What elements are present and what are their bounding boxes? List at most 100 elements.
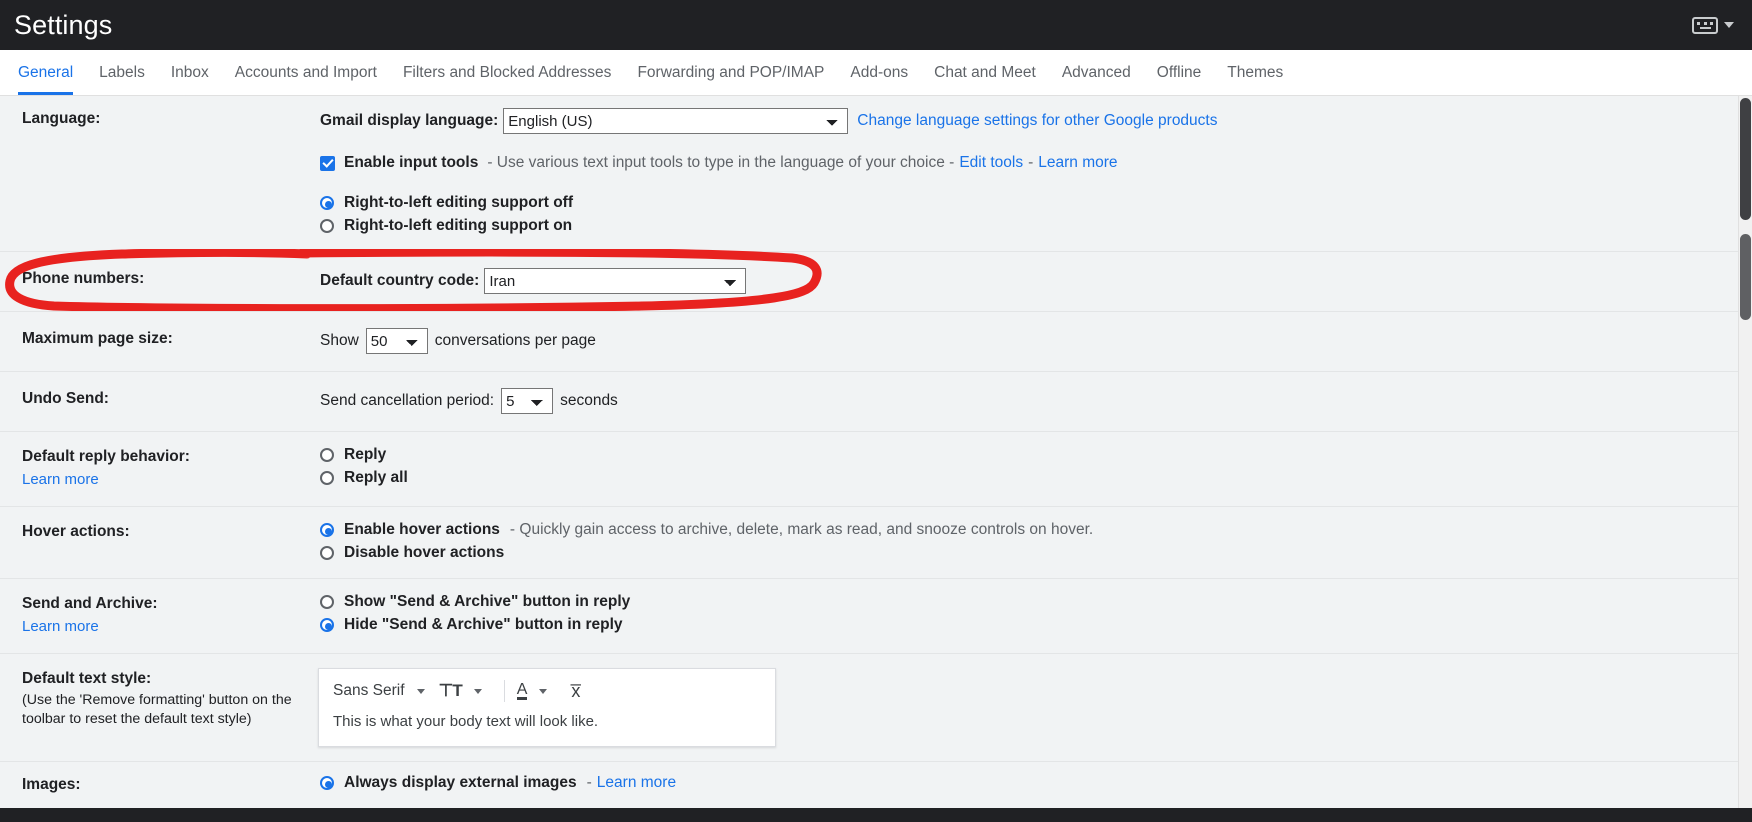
disable-hover-actions-line: Disable hover actions	[320, 544, 1738, 562]
text-style-toolbar: Sans Serif ⊤T A x̅	[319, 669, 775, 713]
send-cancellation-period-label: Send cancellation period:	[320, 392, 495, 409]
reply-radio[interactable]	[320, 448, 334, 462]
settings-tabbar: General Labels Inbox Accounts and Import…	[0, 50, 1752, 96]
tab-inbox[interactable]: Inbox	[171, 64, 209, 95]
maximum-page-size-body: Show 50 conversations per page	[320, 328, 1738, 354]
images-label: Images:	[22, 776, 81, 793]
setting-row-maximum-page-size: Maximum page size: Show 50 conversations…	[0, 312, 1738, 372]
language-body: Gmail display language: English (US) Cha…	[320, 108, 1738, 235]
toolbar-divider	[503, 680, 505, 702]
tab-general[interactable]: General	[18, 64, 74, 95]
edit-tools-dash: -	[1028, 154, 1034, 171]
tab-themes[interactable]: Themes	[1227, 64, 1283, 95]
text-style-editor: Sans Serif ⊤T A x̅ This is what your bod…	[318, 668, 776, 747]
show-send-archive-label: Show "Send & Archive" button in reply	[344, 593, 631, 610]
text-size-icon[interactable]: ⊤T	[439, 681, 463, 701]
always-display-images-radio[interactable]	[320, 776, 334, 790]
default-text-style-hint: (Use the 'Remove formatting' button on t…	[22, 692, 292, 727]
input-tools-learn-more-link[interactable]: Learn more	[1038, 154, 1117, 172]
input-tools-line: Enable input tools - Use various text in…	[320, 154, 1738, 172]
setting-row-undo-send: Undo Send: Send cancellation period: 5 s…	[0, 372, 1738, 432]
images-body: Always display external images - Learn m…	[320, 774, 1738, 795]
seconds-label: seconds	[560, 392, 618, 409]
tab-advanced[interactable]: Advanced	[1062, 64, 1131, 95]
page-size-select[interactable]: 50	[365, 328, 428, 354]
enable-input-tools-label: Enable input tools	[344, 154, 479, 171]
text-color-chevron-down-icon[interactable]	[539, 688, 548, 694]
vertical-scrollbar[interactable]	[1738, 96, 1752, 808]
disable-hover-actions-label: Disable hover actions	[344, 544, 505, 561]
default-country-code-label: Default country code:	[320, 272, 480, 289]
default-reply-learn-more-link[interactable]: Learn more	[22, 469, 320, 490]
reply-label: Reply	[344, 446, 387, 463]
always-display-images-label: Always display external images	[344, 774, 577, 791]
disable-hover-actions-radio[interactable]	[320, 546, 334, 560]
default-country-code-line: Default country code: Iran	[320, 268, 1738, 294]
keyboard-icon[interactable]	[1692, 16, 1718, 34]
scrollbar-thumb[interactable]	[1740, 98, 1751, 220]
default-reply-behavior-title: Default reply behavior:	[22, 448, 190, 465]
edit-tools-link[interactable]: Edit tools	[959, 154, 1023, 172]
setting-row-default-reply-behavior: Default reply behavior: Learn more Reply…	[0, 432, 1738, 507]
tab-labels[interactable]: Labels	[99, 64, 145, 95]
images-dash: -	[586, 774, 592, 791]
enable-input-tools-checkbox[interactable]	[320, 155, 335, 171]
send-and-archive-title: Send and Archive:	[22, 595, 158, 612]
font-family-selector[interactable]: Sans Serif	[333, 682, 405, 700]
tab-offline[interactable]: Offline	[1157, 64, 1202, 95]
send-and-archive-body: Show "Send & Archive" button in reply Hi…	[320, 593, 1738, 637]
default-country-code-select[interactable]: Iran	[484, 268, 747, 294]
tab-filters-and-blocked-addresses[interactable]: Filters and Blocked Addresses	[403, 64, 612, 95]
reply-all-option-line: Reply all	[320, 469, 1738, 487]
always-display-images-line: Always display external images - Learn m…	[320, 774, 1738, 792]
text-style-preview: This is what your body text will look li…	[333, 713, 599, 730]
maximum-page-size-label: Maximum page size:	[22, 330, 173, 347]
phone-numbers-label: Phone numbers:	[22, 270, 145, 287]
scrollbar-thumb-secondary[interactable]	[1740, 234, 1751, 320]
tab-add-ons[interactable]: Add-ons	[850, 64, 908, 95]
rtl-off-label: Right-to-left editing support off	[344, 194, 573, 211]
undo-send-body: Send cancellation period: 5 seconds	[320, 388, 1738, 414]
page-size-line: Show 50 conversations per page	[320, 328, 1738, 354]
display-language-line: Gmail display language: English (US) Cha…	[320, 108, 1738, 134]
hide-send-archive-radio[interactable]	[320, 618, 334, 632]
tab-chat-and-meet[interactable]: Chat and Meet	[934, 64, 1036, 95]
display-language-select[interactable]: English (US)	[503, 108, 849, 134]
text-color-icon[interactable]: A	[516, 682, 528, 700]
enable-hover-actions-label: Enable hover actions	[344, 521, 500, 538]
text-size-chevron-down-icon[interactable]	[473, 688, 482, 694]
reply-all-label: Reply all	[344, 469, 408, 486]
change-language-settings-link[interactable]: Change language settings for other Googl…	[857, 112, 1217, 130]
send-and-archive-label: Send and Archive: Learn more	[0, 593, 320, 637]
hover-actions-body: Enable hover actions - Quickly gain acce…	[320, 521, 1738, 562]
images-learn-more-link[interactable]: Learn more	[597, 774, 676, 792]
setting-row-language: Language: Gmail display language: Englis…	[0, 96, 1738, 252]
enable-hover-actions-radio[interactable]	[320, 523, 334, 537]
setting-row-default-text-style: Default text style: (Use the 'Remove for…	[0, 654, 1738, 762]
send-cancellation-period-select[interactable]: 5	[501, 388, 554, 414]
hide-send-archive-label: Hide "Send & Archive" button in reply	[344, 616, 623, 633]
bottom-strip	[0, 808, 1752, 822]
send-and-archive-learn-more-link[interactable]: Learn more	[22, 616, 320, 637]
tab-forwarding-and-pop-imap[interactable]: Forwarding and POP/IMAP	[637, 64, 824, 95]
default-reply-behavior-label: Default reply behavior: Learn more	[0, 446, 320, 490]
undo-send-label: Undo Send:	[22, 390, 109, 407]
default-reply-behavior-body: Reply Reply all	[320, 446, 1738, 490]
rtl-on-line: Right-to-left editing support on	[320, 217, 1738, 235]
reply-all-radio[interactable]	[320, 471, 334, 485]
font-family-chevron-down-icon[interactable]	[416, 688, 425, 694]
default-text-style-body: Sans Serif ⊤T A x̅ This is what your bod…	[318, 668, 1738, 747]
rtl-off-radio[interactable]	[320, 196, 334, 210]
remove-formatting-icon[interactable]: x̅	[571, 681, 580, 702]
default-text-style-label: Default text style: (Use the 'Remove for…	[0, 668, 320, 747]
tab-accounts-and-import[interactable]: Accounts and Import	[235, 64, 377, 95]
show-send-archive-radio[interactable]	[320, 595, 334, 609]
reply-option-line: Reply	[320, 446, 1738, 464]
chevron-down-icon[interactable]	[1724, 22, 1734, 28]
send-cancellation-line: Send cancellation period: 5 seconds	[320, 388, 1738, 414]
phone-numbers-body: Default country code: Iran	[320, 268, 1738, 294]
enable-input-tools-description: - Use various text input tools to type i…	[487, 154, 955, 171]
enable-hover-actions-line: Enable hover actions - Quickly gain acce…	[320, 521, 1738, 539]
rtl-on-radio[interactable]	[320, 219, 334, 233]
hover-actions-label: Hover actions:	[22, 523, 130, 540]
